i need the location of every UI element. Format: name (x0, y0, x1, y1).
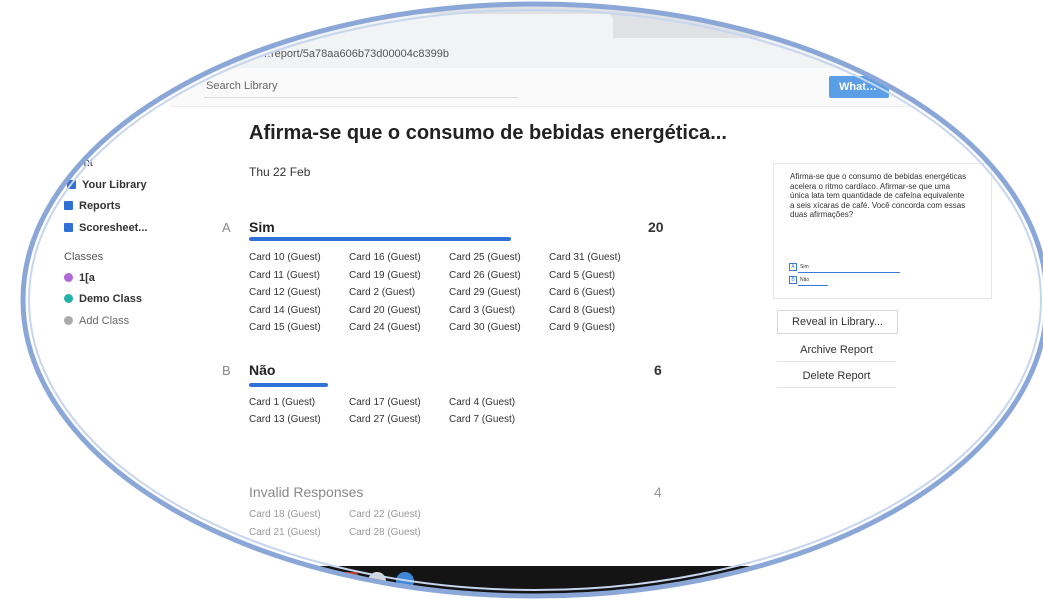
response-card[interactable]: Card 3 (Guest) (449, 305, 515, 316)
response-card[interactable]: Card 28 (Guest) (349, 527, 421, 538)
sidebar-item-recent[interactable]: Recent (58, 157, 93, 169)
answer-bar (249, 237, 511, 241)
response-card[interactable]: Card 5 (Guest) (549, 270, 615, 281)
response-card[interactable]: Card 8 (Guest) (549, 305, 615, 316)
question-option: A Sim (789, 263, 809, 271)
sidebar-class-1a[interactable]: 1[a (64, 272, 95, 284)
sidebar-item-scoresheet[interactable]: Scoresheet... (64, 222, 147, 234)
answer-label: Sim (249, 219, 275, 235)
answer-count: 6 (654, 362, 662, 378)
sidebar-item-your-library[interactable]: Your Library (67, 179, 147, 191)
sidebar-item-label: 1[a (79, 272, 95, 284)
answer-count: 20 (648, 219, 664, 235)
answer-label: Não (249, 362, 276, 378)
screen: …report/5a78aa606b73d00004c8399b What… R… (0, 0, 1043, 609)
response-card[interactable]: Card 17 (Guest) (349, 397, 421, 408)
option-bar (798, 272, 900, 273)
response-card[interactable]: Card 15 (Guest) (249, 322, 321, 333)
sidebar-class-demo[interactable]: Demo Class (64, 293, 142, 305)
response-card[interactable]: Card 16 (Guest) (349, 252, 421, 263)
class-color-dot-icon (64, 273, 73, 282)
option-bar (798, 285, 828, 286)
response-card[interactable]: Card 31 (Guest) (549, 252, 621, 263)
answer-letter: A (222, 220, 231, 235)
response-card[interactable]: Card 11 (Guest) (249, 270, 320, 281)
sidebar-item-label: Demo Class (79, 293, 142, 305)
response-card[interactable]: Card 7 (Guest) (449, 414, 515, 425)
response-card[interactable]: Card 30 (Guest) (449, 322, 521, 333)
response-card[interactable]: Card 13 (Guest) (249, 414, 321, 425)
report-date: Thu 22 Feb (249, 165, 311, 179)
response-card[interactable]: Card 10 (Guest) (249, 252, 321, 263)
invalid-responses-heading: Invalid Responses (249, 484, 364, 500)
question-option: B Não (789, 276, 809, 284)
sidebar-item-label: Reports (79, 200, 121, 212)
response-card[interactable]: Card 27 (Guest) (349, 414, 421, 425)
add-class-button[interactable]: Add Class (64, 315, 129, 327)
response-card[interactable]: Card 2 (Guest) (349, 287, 415, 298)
answer-letter: B (222, 363, 231, 378)
option-label: Não (800, 277, 810, 283)
response-card[interactable]: Card 29 (Guest) (449, 287, 521, 298)
sidebar-item-label: Recent (58, 157, 93, 169)
response-card[interactable]: Card 18 (Guest) (249, 509, 321, 520)
taskbar-app-icon[interactable] (340, 572, 358, 590)
scoresheet-icon (64, 223, 73, 232)
plus-circle-icon (64, 316, 73, 325)
option-letter: B (789, 276, 797, 284)
response-card[interactable]: Card 4 (Guest) (449, 397, 515, 408)
response-card[interactable]: Card 24 (Guest) (349, 322, 421, 333)
library-icon (67, 180, 76, 189)
sidebar-item-label: Your Library (82, 179, 147, 191)
response-card[interactable]: Card 26 (Guest) (449, 270, 521, 281)
response-card[interactable]: Card 14 (Guest) (249, 305, 321, 316)
response-card[interactable]: Card 21 (Guest) (249, 527, 321, 538)
response-card[interactable]: Card 25 (Guest) (449, 252, 521, 263)
taskbar (240, 566, 800, 609)
invalid-count: 4 (654, 484, 662, 500)
response-card[interactable]: Card 6 (Guest) (549, 287, 615, 298)
reveal-in-library-button[interactable]: Reveal in Library... (777, 310, 898, 334)
response-card[interactable]: Card 22 (Guest) (349, 509, 421, 520)
url-text[interactable]: …report/5a78aa606b73d00004c8399b (260, 48, 449, 60)
option-label: Sim (800, 264, 809, 270)
delete-report-button[interactable]: Delete Report (777, 365, 896, 388)
response-card[interactable]: Card 12 (Guest) (249, 287, 321, 298)
response-card[interactable]: Card 1 (Guest) (249, 397, 315, 408)
add-class-label: Add Class (79, 315, 130, 327)
question-text: Afirma-se que o consumo de bebidas energ… (790, 172, 967, 219)
classes-heading: Classes (64, 251, 104, 263)
search-library-input[interactable] (204, 75, 518, 98)
option-letter: A (789, 263, 797, 271)
reports-icon (64, 201, 73, 210)
response-card[interactable]: Card 19 (Guest) (349, 270, 421, 281)
response-card[interactable]: Card 20 (Guest) (349, 305, 421, 316)
sidebar-item-label: Scoresheet... (79, 222, 148, 234)
answer-bar (249, 383, 328, 387)
response-card[interactable]: Card 9 (Guest) (549, 322, 615, 333)
taskbar-app-icon[interactable] (368, 572, 386, 590)
taskbar-app-icon[interactable] (396, 572, 414, 590)
class-color-dot-icon (64, 294, 73, 303)
archive-report-button[interactable]: Archive Report (777, 339, 896, 362)
browser-tab[interactable] (233, 14, 613, 38)
whats-new-button[interactable]: What… (829, 76, 889, 98)
report-title: Afirma-se que o consumo de bebidas energ… (249, 122, 727, 144)
sidebar-item-reports[interactable]: Reports (64, 200, 121, 212)
